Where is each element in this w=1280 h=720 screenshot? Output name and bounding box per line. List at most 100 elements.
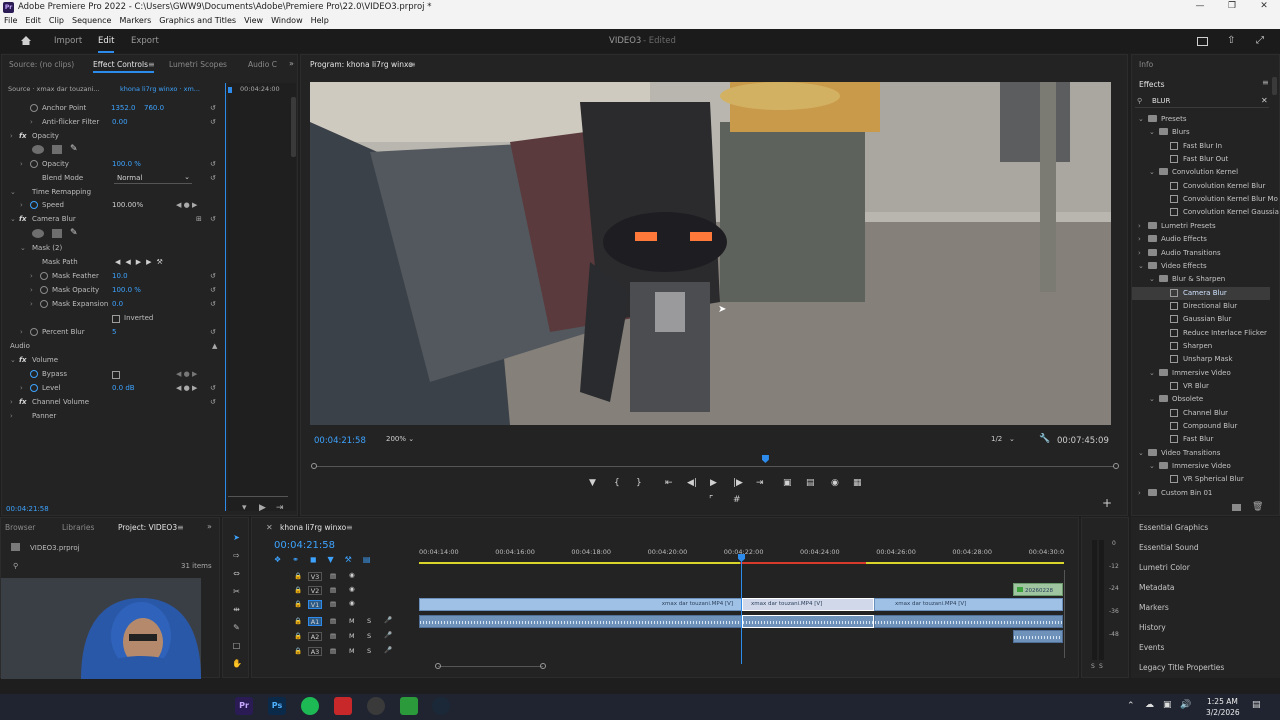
sync-icon[interactable]: ▤ <box>330 572 336 580</box>
step-back-icon[interactable]: ◀| <box>687 478 697 488</box>
effects-folder[interactable]: ⌄ Blurs <box>1132 126 1270 139</box>
chevron-icon[interactable]: › <box>1138 489 1141 497</box>
premiere-taskbar-icon[interactable]: Pr <box>235 697 253 715</box>
a1-clip-b[interactable] <box>742 615 874 628</box>
reset-icon[interactable]: ↺ <box>210 104 218 112</box>
panel-overflow-icon[interactable]: » <box>289 59 294 68</box>
lock-icon[interactable]: 🔒 <box>294 572 302 580</box>
solo-right-button[interactable]: S <box>1099 663 1103 670</box>
tab-libraries[interactable]: Libraries <box>62 523 94 532</box>
wrench-icon[interactable]: 🔧 <box>1039 434 1050 444</box>
effects-item[interactable]: Convolution Kernel Blur <box>1132 180 1270 193</box>
blend-mode-select[interactable]: Normal ⌄ <box>114 173 192 184</box>
effects-folder[interactable]: ⌄ Obsolete <box>1132 393 1270 406</box>
zoom-select[interactable]: 200% ⌄ <box>386 435 426 446</box>
spotify-taskbar-icon[interactable] <box>301 697 319 715</box>
restore-icon[interactable]: ❐ <box>1217 1 1247 14</box>
panel-menu-icon[interactable]: ≡ <box>346 523 353 532</box>
menu-graphics[interactable]: Graphics and Titles <box>155 15 240 25</box>
reset-icon[interactable]: ↺ <box>210 215 218 223</box>
percent-blur-value[interactable]: 5 <box>112 328 116 336</box>
tab-source[interactable]: Source: (no clips) <box>9 60 74 69</box>
resolution-select[interactable]: 1/2 ⌄ <box>991 435 1031 446</box>
ripple-edit-tool-icon[interactable]: ⇔ <box>232 569 241 578</box>
effects-folder[interactable]: ⌄ Blur & Sharpen <box>1132 273 1270 286</box>
panel-menu-icon[interactable]: ≡ <box>1262 78 1269 87</box>
menu-sequence[interactable]: Sequence <box>68 15 115 25</box>
reset-icon[interactable]: ↺ <box>210 384 218 392</box>
sync-icon[interactable]: ▤ <box>330 647 336 655</box>
chevron-icon[interactable]: ⌄ <box>1149 462 1155 470</box>
stopwatch-icon[interactable] <box>40 300 48 308</box>
timeline-timecode[interactable]: 00:04:21:58 <box>274 540 335 551</box>
sync-icon[interactable]: ▤ <box>330 586 336 594</box>
chevron-icon[interactable]: ⌄ <box>1149 369 1155 377</box>
bypass-checkbox[interactable] <box>112 371 120 379</box>
scroll-handle-left[interactable] <box>435 663 441 669</box>
sync-icon[interactable]: ▤ <box>330 632 336 640</box>
stopwatch-icon[interactable] <box>30 384 38 392</box>
solo-button[interactable]: S <box>367 617 371 625</box>
mute-button[interactable]: M <box>349 647 355 655</box>
selection-tool-icon[interactable]: ➤ <box>232 533 241 542</box>
marker-icon[interactable]: ▼ <box>589 478 596 488</box>
panel-menu-icon[interactable]: ≡ <box>148 60 155 69</box>
effects-title[interactable]: Effects <box>1139 80 1165 89</box>
grid-icon[interactable]: # <box>733 495 741 505</box>
v1-clip-a[interactable]: xmax dar touzani.MP4 [V] <box>419 598 742 611</box>
panel-menu-icon[interactable]: ≡ <box>177 523 184 532</box>
eye-icon[interactable]: ◉ <box>349 571 355 579</box>
clear-search-icon[interactable]: ✕ <box>1261 96 1268 105</box>
effects-item[interactable]: Convolution Kernel Gaussia <box>1132 206 1279 219</box>
effects-folder[interactable]: › Audio Transitions <box>1132 247 1270 260</box>
timeline-vertical-scrollbar[interactable] <box>1064 570 1065 658</box>
video-frame[interactable]: ➤ <box>310 82 1111 425</box>
solo-button[interactable]: S <box>367 632 371 640</box>
chevron-icon[interactable]: ⌄ <box>1149 275 1155 283</box>
timeline-toolbar-icons[interactable]: ❖⚭◼▼⚒▤ <box>274 555 414 565</box>
mic-icon[interactable]: 🎤 <box>384 646 392 654</box>
mask-feather-value[interactable]: 10.0 <box>112 272 128 280</box>
opacity-value[interactable]: 100.0 % <box>112 160 141 168</box>
a1-clip-c[interactable] <box>874 615 1063 628</box>
add-button-icon[interactable]: + <box>1102 496 1112 510</box>
scrub-end-handle[interactable] <box>1113 463 1119 469</box>
track-a3[interactable]: 🔒 A3 ▤ M S 🎤 <box>263 645 419 659</box>
a1-clip-a[interactable] <box>419 615 742 628</box>
stopwatch-icon[interactable] <box>30 104 38 112</box>
photoshop-taskbar-icon[interactable]: Ps <box>268 697 286 715</box>
app-taskbar-icon[interactable] <box>334 697 352 715</box>
keyframe-nav-icon[interactable]: ◀ ● ▶ <box>176 201 197 209</box>
pen-mask-icon[interactable]: ✎ <box>70 144 78 154</box>
track-v2[interactable]: 🔒 V2 ▤ ◉ <box>263 584 419 598</box>
a2-clip[interactable] <box>1013 630 1063 643</box>
link-events[interactable]: Events <box>1139 643 1164 652</box>
effects-item[interactable]: Convolution Kernel Blur Mo <box>1132 193 1278 206</box>
link-markers[interactable]: Markers <box>1139 603 1169 612</box>
mic-icon[interactable]: 🎤 <box>384 616 392 624</box>
effects-item[interactable]: Directional Blur <box>1132 300 1270 313</box>
effects-folder[interactable]: › Audio Effects <box>1132 233 1270 246</box>
lock-icon[interactable]: 🔒 <box>294 586 302 594</box>
scroll-handle-right[interactable] <box>540 663 546 669</box>
program-timecode[interactable]: 00:04:21:58 <box>314 436 366 446</box>
effects-item[interactable]: Compound Blur <box>1132 420 1270 433</box>
panel-menu-icon[interactable]: ≡ <box>409 60 416 69</box>
ec-keyframe-area[interactable]: 00:04:24:00 <box>228 83 296 511</box>
effects-item[interactable]: VR Blur <box>1132 380 1270 393</box>
razor-tool-icon[interactable]: ✂ <box>232 587 241 596</box>
chevron-icon[interactable]: › <box>1138 222 1141 230</box>
fullscreen-icon[interactable]: ⤢ <box>1256 35 1264 46</box>
tab-effect-controls[interactable]: Effect Controls <box>93 60 148 69</box>
anchor-x-value[interactable]: 1352.0 <box>111 104 136 112</box>
link-legacy-title-properties[interactable]: Legacy Title Properties <box>1139 663 1224 672</box>
anchor-y-value[interactable]: 760.0 <box>144 104 164 112</box>
menu-clip[interactable]: Clip <box>45 15 68 25</box>
effects-folder[interactable]: ⌄ Video Transitions <box>1132 447 1270 460</box>
lock-icon[interactable]: 🔒 <box>294 632 302 640</box>
notifications-icon[interactable]: ▤ <box>1252 700 1261 710</box>
menu-file[interactable]: File <box>0 15 21 25</box>
effects-folder[interactable]: › Lumetri Presets <box>1132 220 1270 233</box>
display-icon[interactable]: ▣ <box>1163 700 1172 710</box>
trim-icon[interactable]: ⌜ <box>709 495 713 505</box>
